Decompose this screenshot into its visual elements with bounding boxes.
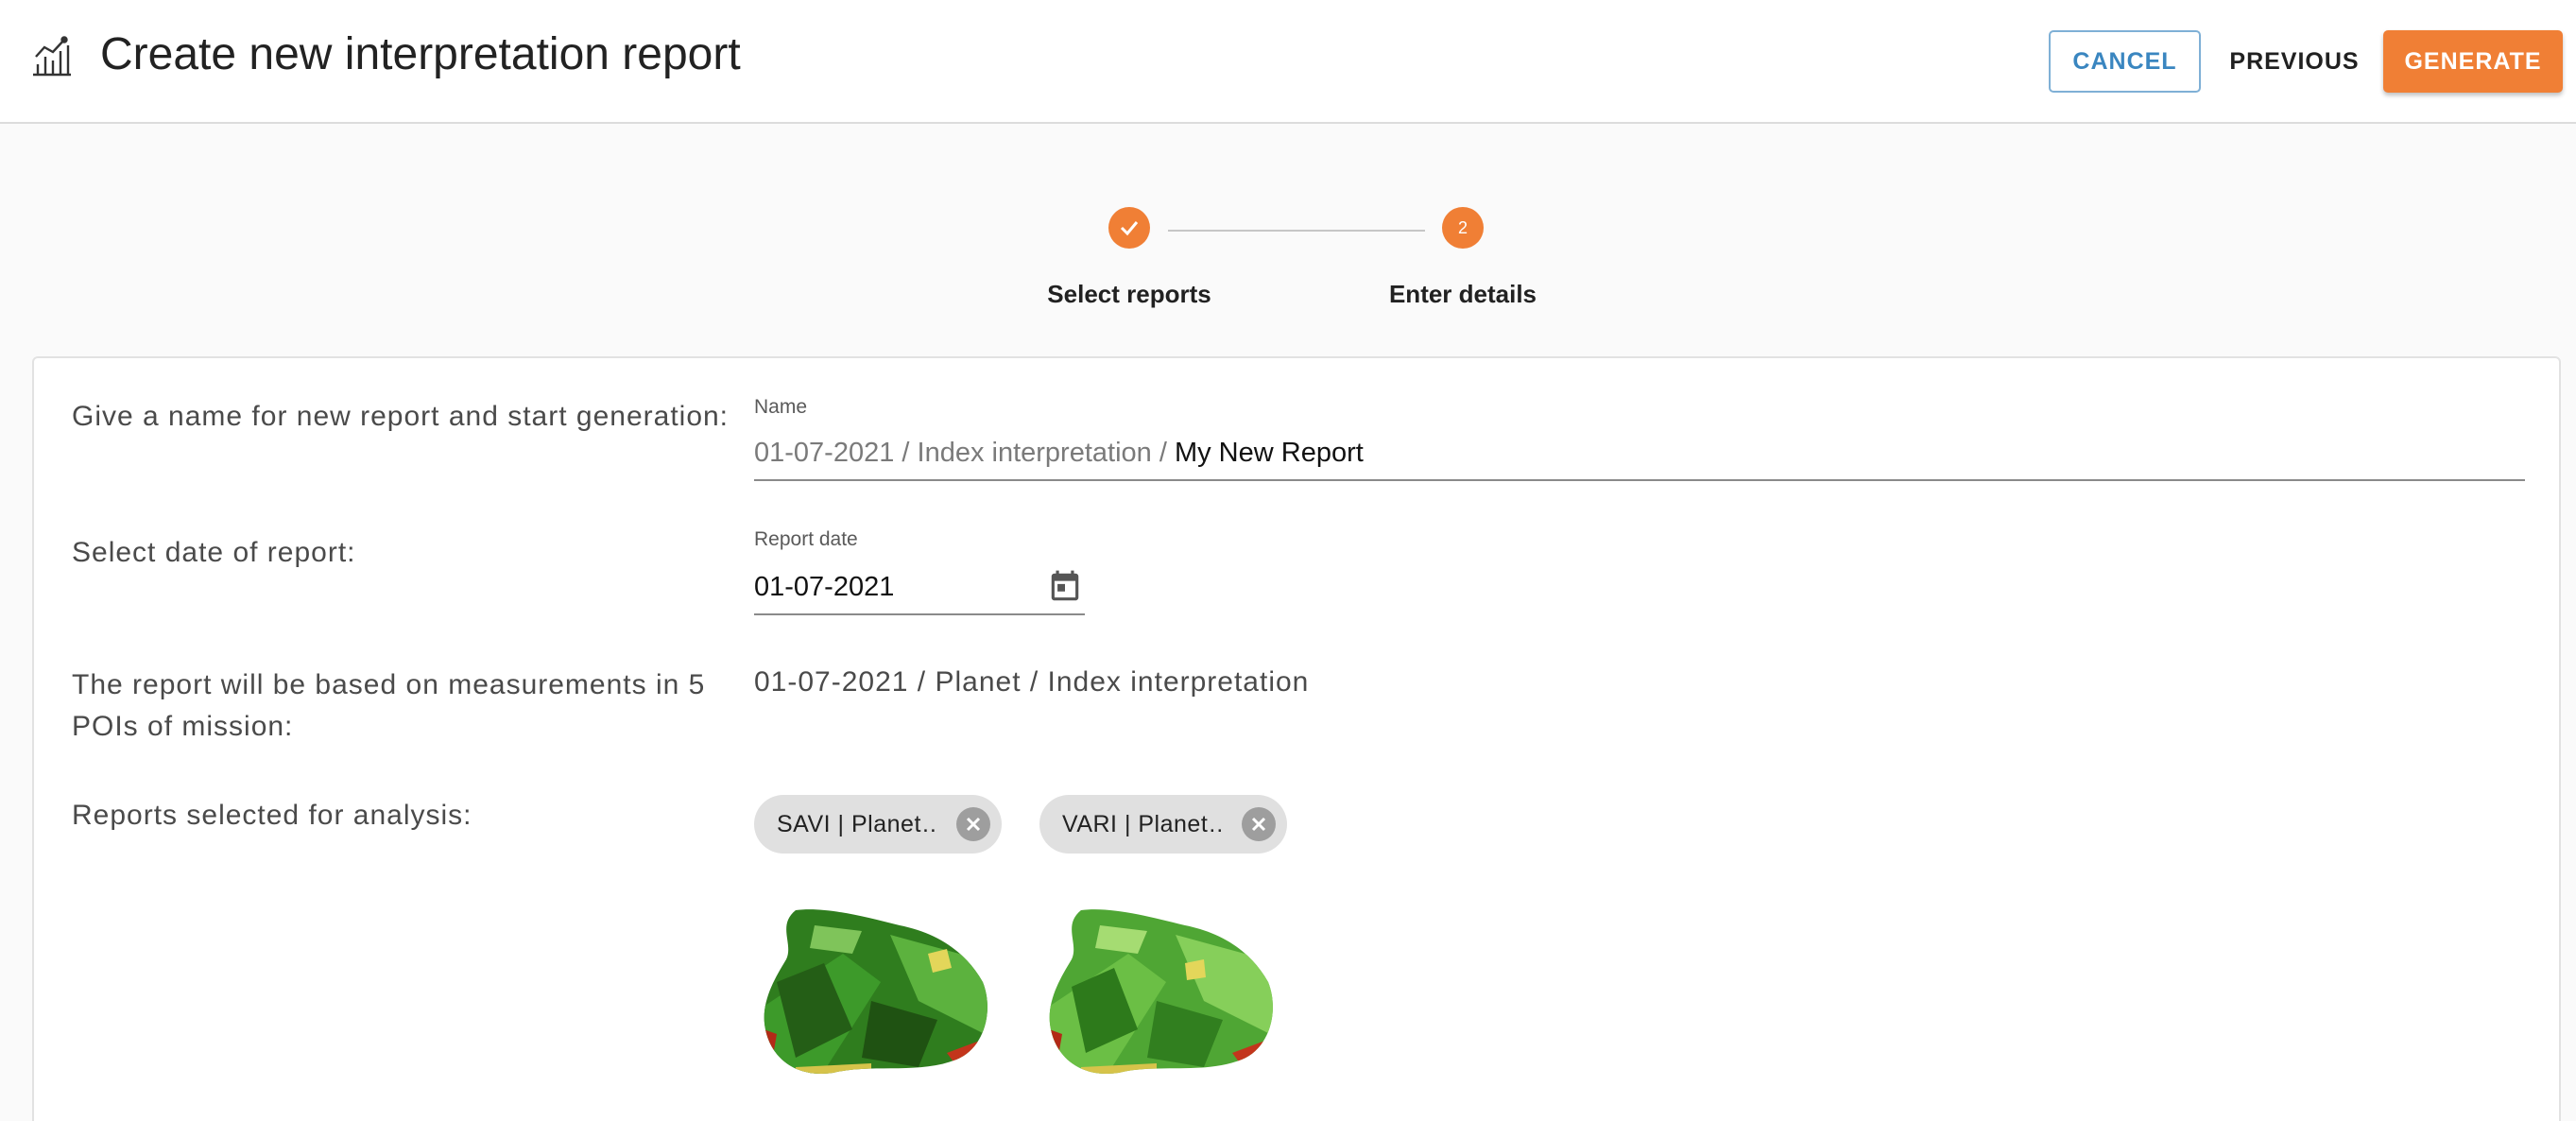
chip-label: VARI | Planet… — [1062, 810, 1221, 837]
chart-icon — [33, 36, 71, 77]
name-row-label: Give a name for new report and start gen… — [72, 401, 730, 432]
poi-mission-text: 01-07-2021 / Planet / Index interpretati… — [754, 666, 1310, 698]
report-chip-savi[interactable]: SAVI | Planet… — [754, 795, 1002, 854]
step-select-reports-label[interactable]: Select reports — [1047, 280, 1211, 309]
step-enter-details-circle[interactable]: 2 — [1442, 207, 1484, 249]
page-title: Create new interpretation report — [100, 29, 741, 79]
step-enter-details-label[interactable]: Enter details — [1389, 280, 1537, 309]
report-name-input[interactable]: 01-07-2021 / Index interpretation / My N… — [754, 438, 2525, 481]
generate-button[interactable]: GENERATE — [2383, 30, 2563, 93]
selected-reports-label: Reports selected for analysis: — [72, 800, 472, 831]
close-circle-icon[interactable] — [956, 807, 990, 841]
name-value: My New Report — [1174, 438, 1364, 468]
poi-row-label: The report will be based on measurements… — [72, 669, 706, 742]
step-connector — [1168, 230, 1425, 232]
date-row-label: Select date of report: — [72, 537, 356, 568]
check-icon — [1120, 221, 1139, 236]
stepper: 2 Select reports Enter details — [0, 189, 2576, 321]
details-card: Give a name for new report and start gen… — [32, 356, 2561, 1121]
chip-label: SAVI | Planet… — [777, 810, 936, 837]
calendar-icon[interactable] — [1047, 568, 1083, 606]
top-bar: Create new interpretation report CANCEL … — [0, 0, 2576, 124]
report-chip-vari[interactable]: VARI | Planet… — [1039, 795, 1287, 854]
name-prefix: 01-07-2021 / Index interpretation / — [754, 438, 1175, 468]
date-caption: Report date — [754, 528, 858, 550]
cancel-button[interactable]: CANCEL — [2049, 30, 2201, 93]
previous-button[interactable]: PREVIOUS — [2219, 30, 2370, 93]
close-circle-icon[interactable] — [1242, 807, 1276, 841]
report-date-input[interactable]: 01-07-2021 — [754, 568, 1085, 615]
step-select-reports-circle[interactable] — [1108, 207, 1150, 249]
date-value: 01-07-2021 — [754, 572, 895, 602]
savi-map-thumbnail — [764, 909, 987, 1074]
vari-map-thumbnail — [1049, 909, 1273, 1074]
name-caption: Name — [754, 396, 808, 418]
